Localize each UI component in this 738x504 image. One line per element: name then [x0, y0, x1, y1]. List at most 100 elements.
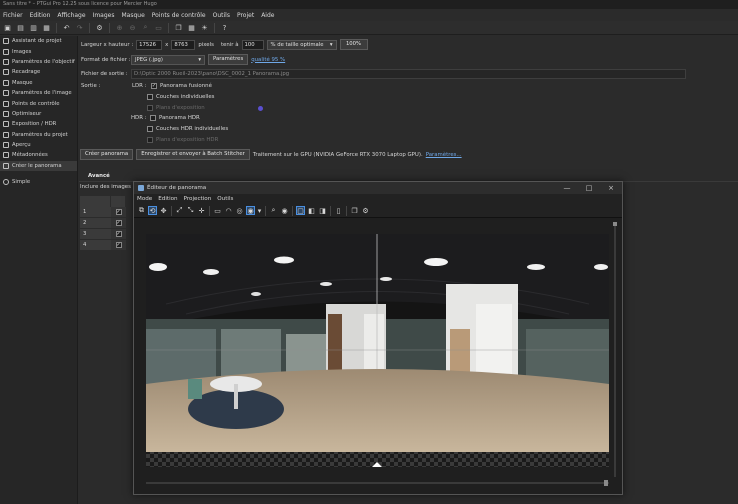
sidebar-item-label: Créer le panorama: [12, 162, 62, 169]
mirror-icon[interactable]: ◨: [318, 206, 327, 215]
menu-outils[interactable]: Outils: [213, 12, 230, 19]
ldr-exposure-checkbox[interactable]: [147, 105, 153, 111]
open-icon[interactable]: ▤: [16, 23, 25, 32]
menu-aide[interactable]: Aide: [261, 12, 274, 19]
fit-icon[interactable]: ⤢: [175, 206, 184, 215]
search-icon[interactable]: ⌕: [141, 23, 150, 32]
menu-masque[interactable]: Masque: [121, 12, 144, 19]
menu-points-de-controle[interactable]: Points de contrôle: [152, 12, 206, 19]
split-icon[interactable]: ◧: [307, 206, 316, 215]
panorama-preview-canvas[interactable]: [146, 234, 609, 467]
gear-icon[interactable]: ⚙: [361, 206, 370, 215]
sidebar-item-mask[interactable]: Masque: [0, 78, 77, 88]
save-as-icon[interactable]: ▦: [42, 23, 51, 32]
zoom-icon[interactable]: ⌕: [269, 206, 278, 215]
editor-titlebar[interactable]: Éditeur de panorama — □ ×: [134, 182, 622, 194]
sidebar-item-optimizer[interactable]: Optimiseur: [0, 109, 77, 119]
window-icon[interactable]: ❐: [174, 23, 183, 32]
sidebar-item-lens[interactable]: Paramètres de l'objectif: [0, 57, 77, 67]
image-include-cell: ✓: [111, 240, 126, 250]
percent-100-button[interactable]: 100%: [339, 39, 368, 50]
table-row[interactable]: 1 ✓: [80, 207, 126, 218]
undo-icon[interactable]: ↶: [62, 23, 71, 32]
gpu-params-link[interactable]: Paramètres...: [426, 152, 462, 158]
minimize-icon[interactable]: —: [556, 182, 578, 194]
close-icon[interactable]: ×: [600, 182, 622, 194]
rotate-icon[interactable]: ⟲: [148, 206, 157, 215]
sidebar-item-exposure[interactable]: Exposition / HDR: [0, 119, 77, 129]
save-icon[interactable]: ▥: [29, 23, 38, 32]
output-path-input[interactable]: D:\Optic 2000 Rueil-2023\pano\DSC_0002_1…: [131, 69, 686, 79]
menu-edition[interactable]: Edition: [30, 12, 51, 19]
simple-mode-toggle[interactable]: Simple: [0, 177, 77, 187]
hdr-exposure-label: Plans d'exposition HDR: [156, 137, 219, 143]
center-icon[interactable]: ✛: [197, 206, 206, 215]
editor-menu-mode[interactable]: Mode: [137, 196, 152, 202]
redo-icon[interactable]: ↷: [75, 23, 84, 32]
width-input[interactable]: 17526: [136, 39, 163, 50]
sidebar-item-crop[interactable]: Recadrage: [0, 67, 77, 77]
quality-link[interactable]: qualité 95 %: [251, 57, 285, 63]
ldr-layers-checkbox[interactable]: [147, 94, 153, 100]
menu-projet[interactable]: Projet: [237, 12, 254, 19]
sidebar-item-images[interactable]: Images: [0, 46, 77, 56]
hdr-layers-checkbox[interactable]: [147, 126, 153, 132]
sidebar-item-project-params[interactable]: Paramètres du projet: [0, 130, 77, 140]
horizontal-scrollbar[interactable]: [146, 480, 609, 486]
hdr-exposure-checkbox[interactable]: [147, 137, 153, 143]
curve-icon[interactable]: ◠: [224, 206, 233, 215]
sphere-icon[interactable]: ◉: [246, 206, 255, 215]
sidebar-item-control-points[interactable]: Points de contrôle: [0, 98, 77, 108]
menu-fichier[interactable]: Fichier: [3, 12, 23, 19]
image-include-checkbox[interactable]: ✓: [115, 220, 122, 226]
menu-images[interactable]: Images: [93, 12, 115, 19]
new-project-icon[interactable]: ▣: [3, 23, 12, 32]
percent-input[interactable]: 100: [241, 39, 264, 50]
editor-menu-projection[interactable]: Projection: [184, 196, 212, 202]
vertical-scrollbar[interactable]: [612, 222, 618, 477]
format-params-button[interactable]: Paramètres: [208, 54, 249, 65]
zoom-in-icon[interactable]: ⊕: [115, 23, 124, 32]
menu-affichage[interactable]: Affichage: [57, 12, 85, 19]
height-input[interactable]: 8763: [171, 39, 196, 50]
frame-icon[interactable]: ▢: [296, 206, 305, 215]
create-buttons-row: Créer panorama Enregistrer et envoyer à …: [80, 149, 462, 160]
image-include-checkbox[interactable]: ✓: [115, 209, 122, 215]
sidebar-item-preview[interactable]: Aperçu: [0, 140, 77, 150]
zoom-out-icon[interactable]: ⊖: [128, 23, 137, 32]
sidebar-item-create-panorama[interactable]: Créer le panorama: [0, 160, 77, 172]
editor-menu-outils[interactable]: Outils: [217, 196, 233, 202]
table-row[interactable]: 3 ✓: [80, 229, 126, 240]
sidebar-item-assistant[interactable]: Assistant de projet: [0, 36, 77, 46]
sidebar-item-image-params[interactable]: Paramètres de l'image: [0, 88, 77, 98]
settings-icon[interactable]: ⚙: [95, 23, 104, 32]
editor-menu-edition[interactable]: Edition: [158, 196, 177, 202]
image-include-checkbox[interactable]: ✓: [115, 231, 122, 237]
table-row[interactable]: 4 ✓: [80, 240, 126, 251]
tab-advanced[interactable]: Avancé: [88, 173, 110, 179]
dropdown-chevron-icon[interactable]: ▾: [257, 206, 262, 215]
create-panorama-button[interactable]: Créer panorama: [80, 149, 134, 160]
batch-stitcher-button[interactable]: Enregistrer et envoyer à Batch Stitcher: [136, 149, 250, 160]
image-include-checkbox[interactable]: ✓: [115, 242, 122, 248]
maximize-icon[interactable]: □: [578, 182, 600, 194]
layers-icon[interactable]: ❐: [350, 206, 359, 215]
info-dot-icon[interactable]: [257, 105, 263, 111]
lightbulb-icon[interactable]: ☀: [200, 23, 209, 32]
rect-icon[interactable]: ▭: [213, 206, 222, 215]
help-icon[interactable]: ?: [220, 23, 229, 32]
eye-icon[interactable]: ◉: [280, 206, 289, 215]
format-select[interactable]: JPEG (.jpg) ▾: [131, 54, 205, 65]
hdr-panorama-checkbox[interactable]: [150, 115, 156, 121]
cube-icon[interactable]: ▯: [334, 206, 343, 215]
image-icon[interactable]: ▭: [154, 23, 163, 32]
table-row[interactable]: 2 ✓: [80, 218, 126, 229]
size-mode-select[interactable]: % de taille optimale ▾: [266, 39, 337, 50]
ldr-merged-checkbox[interactable]: ✓: [151, 83, 157, 89]
sidebar-item-metadata[interactable]: Métadonnées: [0, 150, 77, 160]
grid-icon[interactable]: ▦: [187, 23, 196, 32]
shrink-icon[interactable]: ⤡: [186, 206, 195, 215]
move-icon[interactable]: ✥: [159, 206, 168, 215]
select-icon[interactable]: ◎: [235, 206, 244, 215]
arrange-icon[interactable]: ⧉: [137, 206, 146, 215]
